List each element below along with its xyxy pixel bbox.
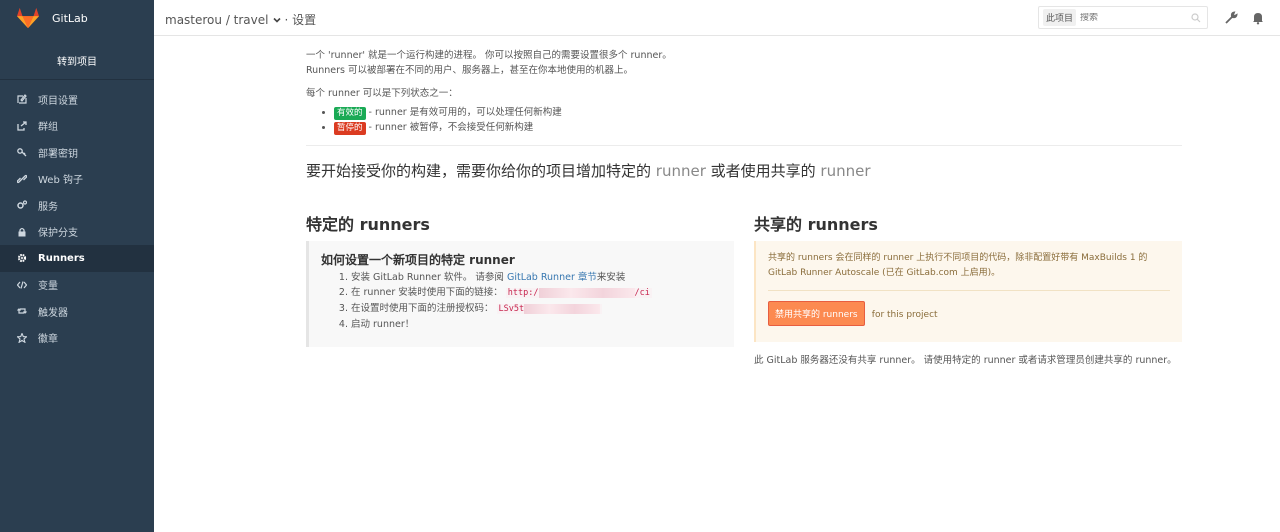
- sidebar-item-label: 触发器: [38, 307, 68, 319]
- sidebar-item-services[interactable]: 服务: [0, 192, 154, 219]
- setup-step: 启动 runner！: [351, 317, 722, 332]
- shared-runners-title: 共享的 runners: [754, 215, 878, 234]
- sidebar-item-project-settings[interactable]: 项目设置: [0, 86, 154, 113]
- sidebar-item-label: 徽章: [38, 334, 58, 346]
- key-icon: [16, 146, 28, 158]
- retweet-icon: [16, 305, 28, 317]
- sidebar-nav: 项目设置 群组 部署密钥 Web 钩子 服务 保护分支 Runners 变量 触…: [0, 80, 154, 351]
- sidebar: GitLab 转到项目 项目设置 群组 部署密钥 Web 钩子 服务 保护分支: [0, 0, 154, 532]
- shared-runners-section: 共享的 runners 共享的 runners 会在同样的 runner 上执行…: [754, 211, 1182, 368]
- sidebar-item-label: 服务: [38, 201, 58, 213]
- search-box[interactable]: 此项目: [1038, 6, 1208, 29]
- breadcrumb-page: · 设置: [284, 13, 317, 27]
- share-icon: [16, 120, 28, 132]
- state-paused-item: 暂停的 - runner 被暂停，不会接受任何新构建: [334, 120, 1182, 135]
- redacted-blur: [538, 287, 635, 298]
- step-text: 在 runner 安装时使用下面的链接：: [351, 287, 503, 298]
- lead-part: 或者使用共享的: [705, 162, 821, 180]
- divider: [306, 145, 1182, 146]
- setup-title: 如何设置一个新项目的特定 runner: [321, 253, 515, 267]
- sidebar-item-deploy-keys[interactable]: 部署密钥: [0, 139, 154, 166]
- setup-step: 安装 GitLab Runner 软件。 请参阅 GitLab Runner 章…: [351, 270, 722, 285]
- url-part: http:/: [507, 288, 539, 298]
- lead-text: 要开始接受你的构建，需要你给你的项目增加特定的 runner 或者使用共享的 r…: [306, 160, 1182, 181]
- runner-states: 每个 runner 可以是下列状态之一： 有效的 - runner 是有效可用的…: [306, 85, 1182, 135]
- sidebar-item-badges[interactable]: 徽章: [0, 325, 154, 352]
- sidebar-item-label: Web 钩子: [38, 175, 83, 187]
- step-text: 在设置时使用下面的注册授权码：: [351, 303, 494, 314]
- token-part: LSv5t: [498, 304, 525, 314]
- coordinator-url[interactable]: http:/ /ci: [505, 287, 652, 298]
- lock-icon: [16, 226, 28, 238]
- wrench-icon[interactable]: [1224, 11, 1238, 25]
- sidebar-item-label: 部署密钥: [38, 148, 78, 160]
- runner-docs-link[interactable]: GitLab Runner 章节: [507, 272, 597, 283]
- search-scope-badge: 此项目: [1043, 9, 1077, 26]
- state-active-item: 有效的 - runner 是有效可用的，可以处理任何新构建: [334, 105, 1182, 120]
- brand-name: GitLab: [52, 11, 88, 25]
- paused-badge: 暂停的: [334, 122, 366, 135]
- search-icon: [1191, 13, 1201, 23]
- no-shared-runners-text: 此 GitLab 服务器还没有共享 runner。 请使用特定的 runner …: [754, 355, 1177, 366]
- states-intro: 每个 runner 可以是下列状态之一：: [306, 88, 458, 99]
- runner-columns: 特定的 runners 如何设置一个新项目的特定 runner 安装 GitLa…: [306, 211, 1182, 411]
- code-icon: [16, 279, 28, 291]
- sidebar-item-groups[interactable]: 群组: [0, 113, 154, 140]
- goto-project-link[interactable]: 转到项目: [0, 36, 154, 80]
- breadcrumb: masterou / travel · 设置: [165, 11, 316, 28]
- setup-step: 在 runner 安装时使用下面的链接： http:/ /ci: [351, 285, 722, 301]
- disable-shared-runners-button[interactable]: 禁用共享的 runners: [768, 301, 865, 326]
- edit-icon: [16, 93, 28, 105]
- redacted-blur: [524, 303, 601, 314]
- gitlab-logo-icon: [17, 7, 39, 29]
- cogs-icon: [16, 199, 28, 211]
- sidebar-item-runners[interactable]: Runners: [0, 245, 154, 272]
- sidebar-item-label: 保护分支: [38, 228, 78, 240]
- sidebar-item-label: 群组: [38, 122, 58, 134]
- sidebar-item-label: Runners: [38, 252, 85, 264]
- lead-runner: runner: [820, 162, 871, 180]
- brand[interactable]: GitLab: [0, 0, 154, 36]
- sidebar-item-label: 项目设置: [38, 95, 78, 107]
- top-header: masterou / travel · 设置 此项目: [154, 0, 1280, 36]
- registration-token[interactable]: LSv5t: [496, 303, 603, 314]
- bell-icon[interactable]: [1251, 11, 1265, 25]
- step-text: 安装 GitLab Runner 软件。 请参阅: [351, 272, 507, 283]
- sidebar-item-protected-branches[interactable]: 保护分支: [0, 219, 154, 246]
- breadcrumb-project[interactable]: masterou / travel: [165, 13, 268, 27]
- setup-instructions: 如何设置一个新项目的特定 runner 安装 GitLab Runner 软件。…: [306, 241, 734, 347]
- lead-part: 要开始接受你的构建，需要你给你的项目增加特定的: [306, 162, 656, 180]
- state-active-text: - runner 是有效可用的，可以处理任何新构建: [365, 107, 562, 118]
- specific-runners-title: 特定的 runners: [306, 215, 430, 234]
- shared-notice-text: 共享的 runners 会在同样的 runner 上执行不同项目的代码，除非配置…: [768, 253, 1148, 278]
- step-text: 来安装: [596, 272, 626, 283]
- specific-runners-section: 特定的 runners 如何设置一个新项目的特定 runner 安装 GitLa…: [306, 211, 734, 347]
- active-badge: 有效的: [334, 107, 366, 120]
- intro-line: 一个 'runner' 就是一个运行构建的进程。 你可以按照自己的需要设置很多个…: [306, 50, 672, 61]
- sidebar-item-variables[interactable]: 变量: [0, 272, 154, 299]
- search-input[interactable]: [1080, 12, 1181, 23]
- sidebar-item-triggers[interactable]: 触发器: [0, 298, 154, 325]
- shared-runners-notice: 共享的 runners 会在同样的 runner 上执行不同项目的代码，除非配置…: [754, 241, 1182, 342]
- sidebar-item-webhooks[interactable]: Web 钩子: [0, 166, 154, 193]
- setup-step: 在设置时使用下面的注册授权码： LSv5t: [351, 301, 722, 317]
- state-paused-text: - runner 被暂停，不会接受任何新构建: [365, 122, 534, 133]
- chevron-down-icon[interactable]: [272, 15, 282, 25]
- link-icon: [16, 173, 28, 185]
- url-part: /ci: [634, 288, 650, 298]
- intro-line: Runners 可以被部署在不同的用户、服务器上，甚至在你本地使用的机器上。: [306, 65, 633, 76]
- lead-runner: runner: [655, 162, 706, 180]
- for-project-text: for this project: [871, 310, 938, 320]
- main-content: 一个 'runner' 就是一个运行构建的进程。 你可以按照自己的需要设置很多个…: [306, 36, 1182, 411]
- sidebar-item-label: 变量: [38, 281, 58, 293]
- star-icon: [16, 332, 28, 344]
- runner-intro: 一个 'runner' 就是一个运行构建的进程。 你可以按照自己的需要设置很多个…: [306, 48, 1182, 78]
- gear-icon: [16, 252, 28, 264]
